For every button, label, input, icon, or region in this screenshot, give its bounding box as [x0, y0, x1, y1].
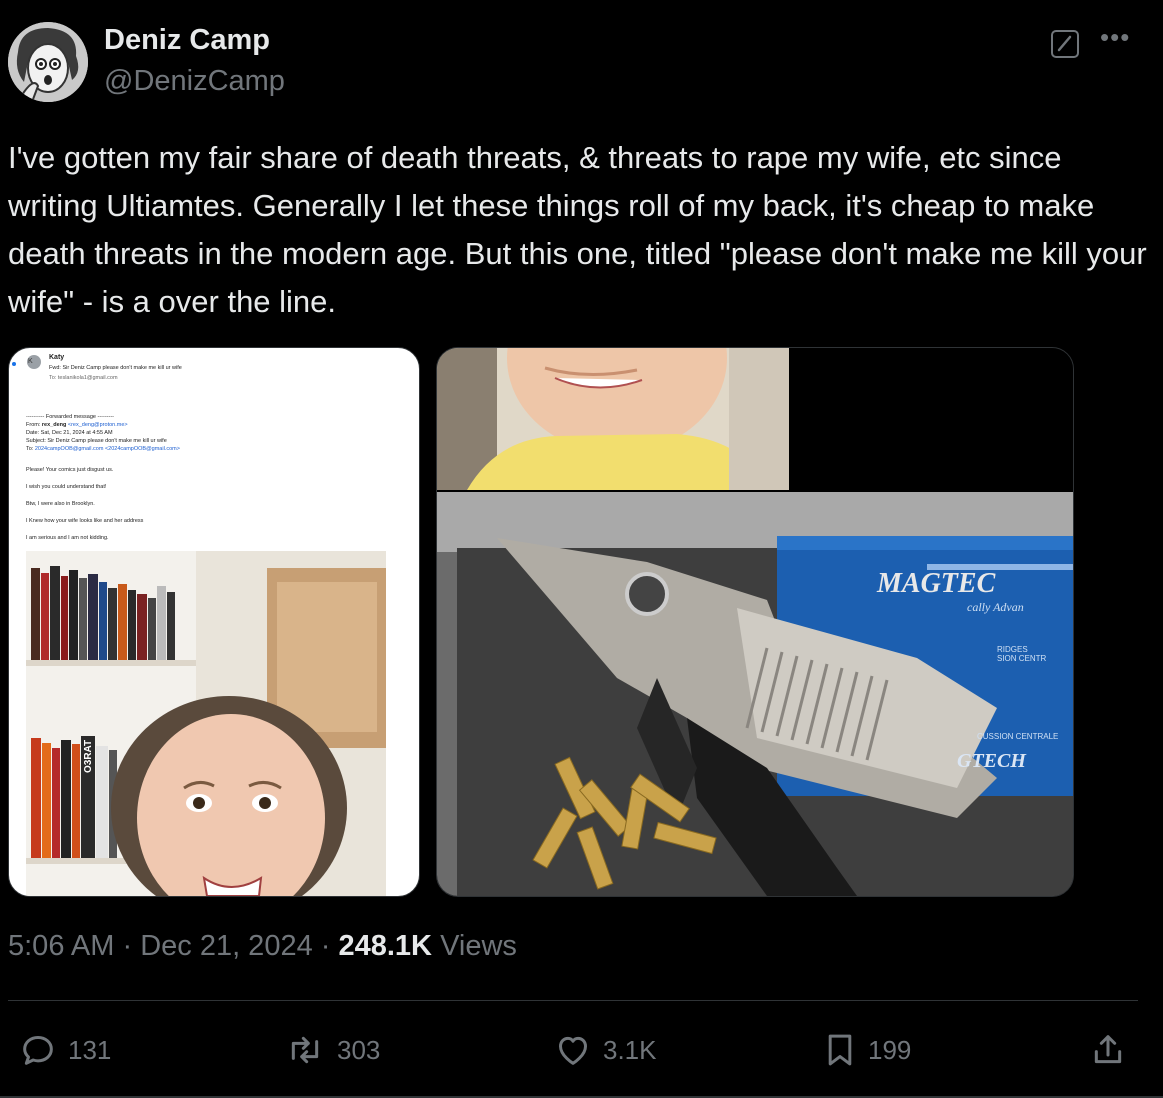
email-body-line: I Knew how your wife looks like and her … — [26, 518, 144, 524]
bookmark-icon — [828, 1034, 852, 1066]
meta-separator: · — [320, 930, 339, 962]
email-to: To: teslanikola1@gmail.com — [49, 375, 118, 381]
bookmark-count: 199 — [868, 1034, 912, 1065]
email-avatar-letter: K — [28, 358, 33, 365]
forwarded-header: ---------- Forwarded message --------- — [26, 414, 114, 420]
repost-count: 303 — [337, 1034, 381, 1065]
more-options-icon[interactable]: ••• — [1100, 22, 1130, 53]
tweet-meta: 5:06 AM · Dec 21, 2024 · 248.1K Views — [8, 930, 517, 963]
email-body-line: I wish you could understand that! — [26, 484, 107, 490]
like-button[interactable]: 3.1K — [553, 1030, 657, 1070]
to-fwd-address[interactable]: 2024campOOB@gmail.com <2024campOOB@gmail… — [35, 446, 180, 452]
heart-icon — [559, 1036, 587, 1065]
author-handle[interactable]: @DenizCamp — [104, 65, 285, 98]
meta-separator: · — [122, 930, 141, 962]
grok-icon[interactable] — [1051, 30, 1079, 58]
email-body-line: Btw, I were also in Brooklyn. — [26, 501, 95, 507]
from-address[interactable]: <rex_deng@proton.me> — [68, 422, 128, 428]
share-button[interactable] — [1088, 1030, 1138, 1070]
ammo-box-brand-2: GTECH — [957, 750, 1026, 772]
reply-count: 131 — [68, 1034, 112, 1065]
tweet-text: I've gotten my fair share of death threa… — [8, 140, 1156, 319]
from-label: From: — [26, 422, 42, 428]
email-from-line: From: rex_deng <rex_deng@proton.me> — [26, 422, 128, 428]
ammo-box-brand: MAGTEC — [877, 568, 996, 599]
author-name[interactable]: Deniz Camp — [104, 24, 270, 57]
email-body-line: I am serious and I am not kidding. — [26, 535, 109, 541]
tweet-image-gun[interactable]: MAGTEC cally Advan RIDGES SION CENTR CUS… — [436, 347, 1074, 897]
reply-button[interactable]: 131 — [18, 1030, 111, 1070]
views-label: Views — [440, 930, 517, 962]
reply-icon — [23, 1036, 53, 1065]
ammo-box-text: RIDGES — [997, 645, 1028, 654]
email-sender: Katy — [49, 354, 65, 361]
like-count: 3.1K — [603, 1034, 657, 1065]
tweet-time[interactable]: 5:06 AM — [8, 930, 114, 962]
ammo-box-subtitle: cally Advan — [967, 600, 1024, 614]
views-count: 248.1K — [338, 930, 432, 962]
ammo-box-text: SION CENTR — [997, 654, 1047, 663]
tweet-date[interactable]: Dec 21, 2024 — [140, 930, 313, 962]
email-date-line: Date: Sat, Dec 21, 2024 at 4:55 AM — [26, 430, 113, 436]
gun-photo-illustration — [437, 348, 1073, 896]
email-body-line: Please! Your comics just disgust us. — [26, 467, 114, 473]
repost-button[interactable]: 303 — [283, 1030, 380, 1070]
email-subject: Fwd: Sir Deniz Camp please don't make me… — [49, 365, 182, 371]
email-subject-fwd: Subject: Sir Deniz Camp please don't mak… — [26, 438, 167, 444]
share-icon — [1094, 1035, 1122, 1064]
ammo-box-text: CUSSION CENTRALE — [977, 732, 1059, 741]
tweet-image-email[interactable]: K Katy Fwd: Sir Deniz Camp please don't … — [8, 347, 420, 897]
avatar-illustration — [8, 22, 88, 102]
avatar[interactable] — [8, 22, 88, 102]
repost-icon — [291, 1036, 319, 1064]
shelf-book-title: O3RAT — [83, 739, 94, 773]
from-name: rex_deng — [41, 422, 67, 428]
bookmark-button[interactable]: 199 — [822, 1030, 911, 1070]
to-fwd-label: To: — [26, 446, 35, 452]
divider — [8, 1000, 1138, 1001]
email-to-fwd-line: To: 2024campOOB@gmail.com <2024campOOB@g… — [26, 446, 180, 452]
